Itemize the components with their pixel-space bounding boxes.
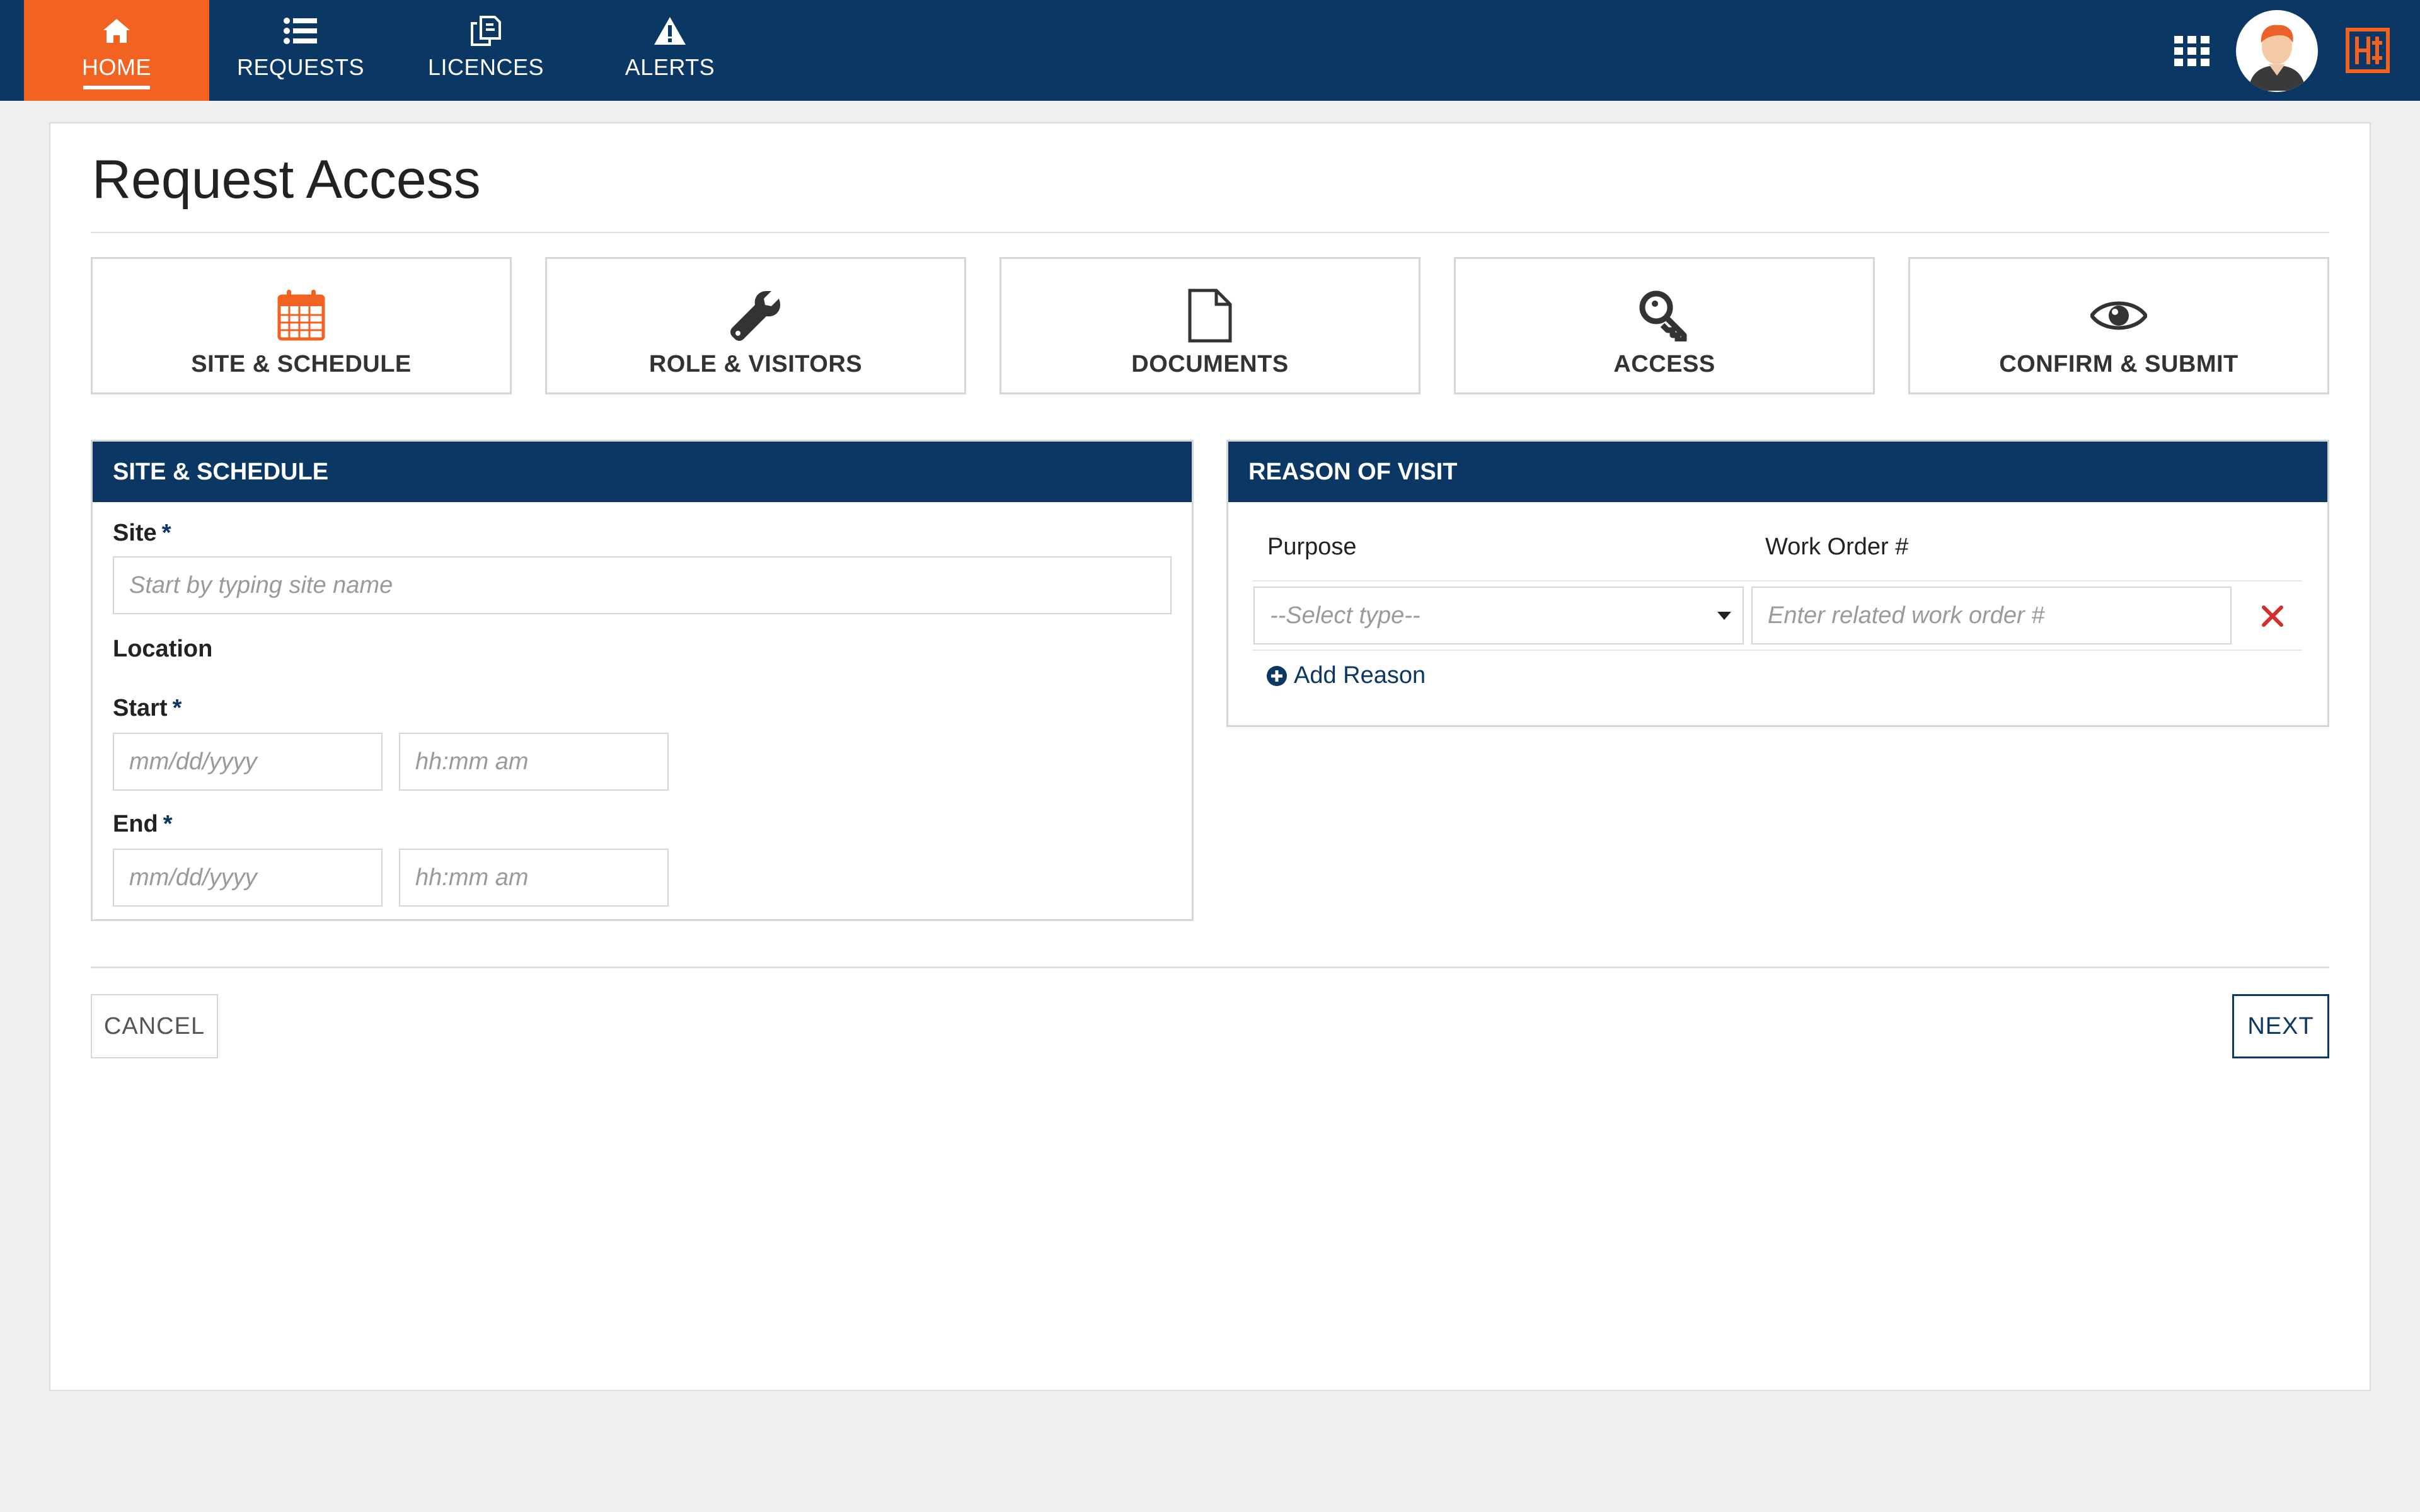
document-icon (1001, 287, 1419, 345)
site-label: Site * (113, 520, 171, 547)
next-button[interactable]: NEXT (2232, 994, 2329, 1058)
nav-label-home: HOME (82, 54, 151, 80)
eye-icon (1910, 287, 2327, 345)
step-documents[interactable]: DOCUMENTS (1000, 257, 1420, 394)
step-label: ACCESS (1613, 351, 1715, 377)
work-order-input[interactable]: Enter related work order # (1751, 587, 2232, 644)
nav-item-home[interactable]: HOME (24, 0, 209, 101)
step-label: DOCUMENTS (1131, 351, 1289, 377)
end-time-input[interactable]: hh:mm am (399, 849, 669, 907)
add-reason-label: Add Reason (1294, 662, 1426, 689)
purpose-column-header: Purpose (1267, 534, 1357, 560)
caret-down-icon (1717, 612, 1731, 620)
site-schedule-panel: SITE & SCHEDULE Site * Start by typing si… (91, 440, 1194, 921)
panel-header: REASON OF VISIT (1228, 442, 2327, 502)
divider (1252, 650, 2302, 651)
divider (91, 966, 2329, 968)
step-label: CONFIRM & SUBMIT (1999, 351, 2238, 377)
nav-item-alerts[interactable]: ALERTS (577, 0, 763, 101)
site-label-text: Site (113, 520, 157, 546)
wrench-icon (547, 287, 964, 345)
grid-icon[interactable] (2174, 36, 2210, 66)
add-reason-link[interactable]: Add Reason (1266, 662, 1426, 689)
nav-label-requests: REQUESTS (236, 54, 365, 80)
remove-reason-icon[interactable] (2261, 604, 2285, 628)
step-access[interactable]: ACCESS (1454, 257, 1875, 394)
nav-item-licences[interactable]: LICENCES (393, 0, 579, 101)
purpose-select[interactable]: --Select type-- (1253, 587, 1744, 644)
end-label: End * (113, 811, 173, 838)
top-navigation-bar: HOME REQUESTS LICENCES ALERTS (0, 0, 2420, 101)
step-label: ROLE & VISITORS (648, 351, 863, 377)
list-icon (208, 14, 393, 48)
cancel-button[interactable]: CANCEL (91, 994, 218, 1058)
nav-label-licences: LICENCES (427, 54, 544, 80)
start-label-text: Start (113, 695, 168, 721)
site-input[interactable]: Start by typing site name (113, 556, 1172, 614)
nav-label-alerts: ALERTS (625, 54, 715, 80)
purpose-select-value: --Select type-- (1270, 602, 1420, 629)
active-indicator (83, 86, 150, 89)
step-confirm-submit[interactable]: CONFIRM & SUBMIT (1908, 257, 2329, 394)
divider (91, 232, 2329, 233)
start-time-input[interactable]: hh:mm am (399, 733, 669, 791)
documents-icon (393, 14, 579, 48)
user-avatar[interactable] (2236, 10, 2318, 92)
nav-item-requests[interactable]: REQUESTS (208, 0, 393, 101)
start-date-input[interactable]: mm/dd/yyyy (113, 733, 383, 791)
step-role-visitors[interactable]: ROLE & VISITORS (545, 257, 966, 394)
plus-circle-icon (1267, 665, 1287, 686)
end-label-text: End (113, 811, 158, 837)
key-icon (1456, 287, 1873, 345)
reason-of-visit-panel: REASON OF VISIT Purpose Work Order # --S… (1226, 440, 2329, 727)
required-marker: * (161, 520, 171, 546)
brand-logo (2346, 28, 2390, 73)
panel-header: SITE & SCHEDULE (93, 442, 1192, 502)
warning-icon (577, 14, 763, 48)
avatar-person-icon (2237, 11, 2317, 91)
request-access-card: Request Access SITE & SCHEDULE ROLE & VI… (49, 122, 2371, 1391)
calendar-icon (93, 287, 510, 345)
page-title: Request Access (92, 149, 481, 210)
start-label: Start * (113, 695, 182, 722)
end-date-input[interactable]: mm/dd/yyyy (113, 849, 383, 907)
step-label: SITE & SCHEDULE (191, 351, 412, 377)
home-icon (24, 14, 209, 48)
required-marker: * (172, 695, 182, 721)
location-label: Location (113, 636, 213, 662)
required-marker: * (163, 811, 173, 837)
work-order-column-header: Work Order # (1765, 534, 1909, 560)
step-site-schedule[interactable]: SITE & SCHEDULE (91, 257, 512, 394)
divider (1252, 580, 2302, 581)
